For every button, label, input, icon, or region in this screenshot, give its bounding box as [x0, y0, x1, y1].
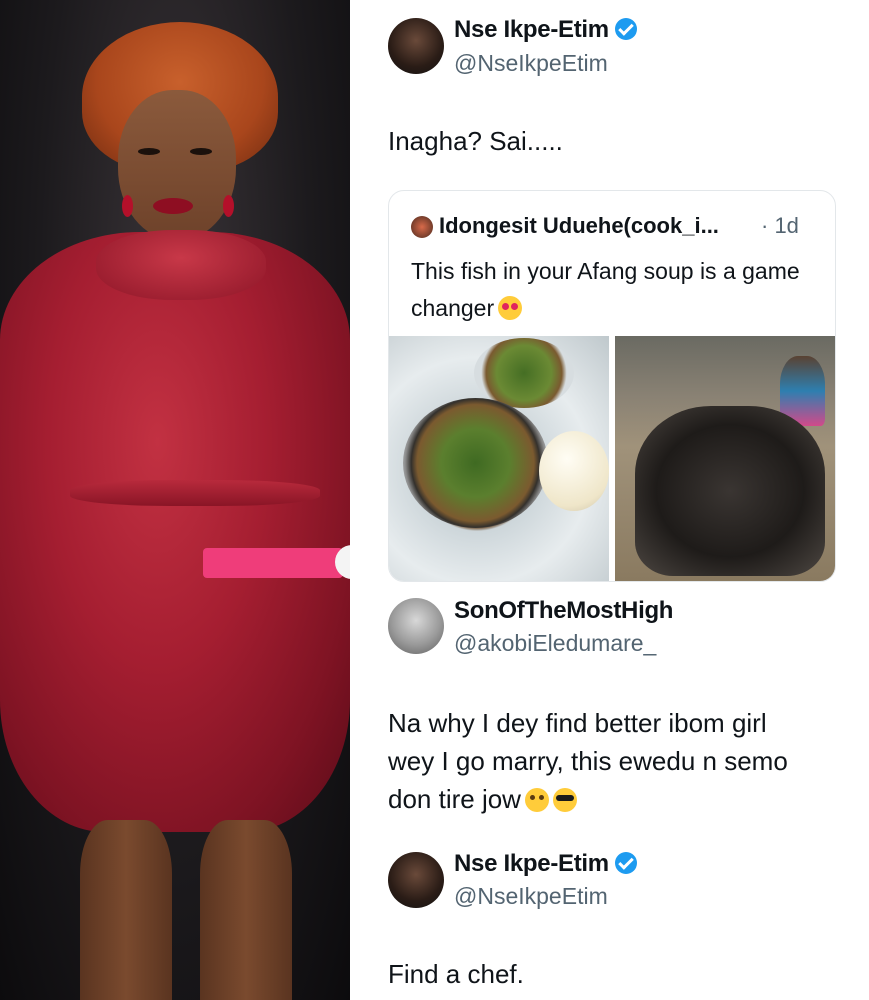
quoted-author-name[interactable]: Idongesit Uduehe(cook_i... — [439, 213, 719, 239]
tweet-text: Inagha? Sai..... — [388, 126, 563, 156]
quoted-timestamp[interactable]: · 1d — [761, 213, 799, 239]
author-handle[interactable]: @NseIkpeEtim — [454, 50, 608, 77]
quoted-tweet-text: This fish in your Afang soup is a game c… — [411, 258, 800, 321]
reply-text-line: don tire jow — [388, 780, 577, 818]
fufu-balls — [539, 431, 609, 511]
earring — [122, 195, 133, 217]
avatar[interactable] — [388, 18, 444, 74]
tweet-text: Find a chef. — [388, 959, 524, 989]
pink-mark — [203, 548, 343, 578]
smoked-fish-pile — [635, 406, 825, 576]
author-name[interactable]: Nse Ikpe-Etim — [454, 850, 637, 878]
earring — [223, 195, 234, 217]
face — [118, 90, 236, 240]
smoked-fish-market-photo[interactable] — [615, 336, 835, 581]
portrait-photo — [0, 0, 350, 1000]
author-name[interactable]: Nse Ikpe-Etim — [454, 16, 637, 44]
avatar[interactable] — [388, 852, 444, 908]
verified-badge-icon — [614, 852, 637, 874]
quoted-tweet-card[interactable]: Idongesit Uduehe(cook_i... · 1d This fis… — [388, 190, 836, 582]
quoted-avatar[interactable] — [411, 216, 433, 238]
flushed-emoji-icon — [524, 788, 549, 812]
dress-collar — [96, 230, 266, 300]
avatar[interactable] — [388, 598, 444, 654]
author-handle[interactable]: @NseIkpeEtim — [454, 883, 608, 910]
red-dress — [0, 232, 350, 832]
afang-soup-photo[interactable] — [389, 336, 609, 581]
author-name[interactable]: SonOfTheMostHigh — [454, 597, 673, 625]
soup-pot — [403, 398, 548, 528]
reply-text-line: wey I go marry, this ewedu n semo — [388, 746, 788, 776]
sunglasses-emoji-icon — [552, 788, 577, 812]
reply-text-line: Na why I dey find better ibom girl — [388, 708, 767, 738]
verified-badge-icon — [614, 18, 637, 40]
dress-belt — [70, 480, 320, 506]
heart-eyes-emoji-icon — [498, 296, 523, 320]
author-handle[interactable]: @akobiEledumare_ — [454, 630, 656, 657]
